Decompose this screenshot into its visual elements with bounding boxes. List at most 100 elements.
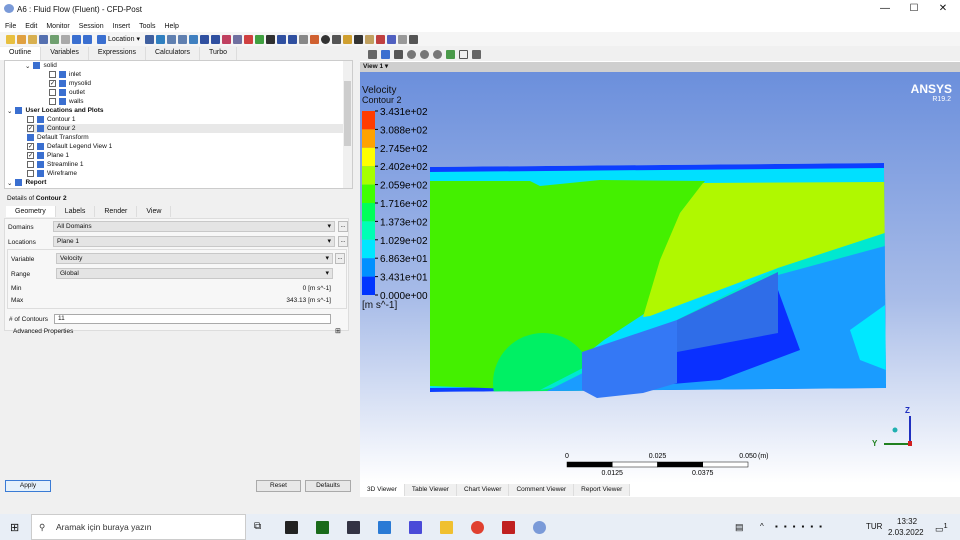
macro-calculator-icon[interactable] (375, 34, 385, 44)
menu-tools[interactable]: Tools (139, 23, 155, 30)
acrobat-icon[interactable] (502, 521, 515, 534)
tree-item[interactable]: Wireframe (27, 169, 77, 178)
pan-icon[interactable] (394, 49, 403, 59)
tree-item[interactable]: ✓ Contour 2 (27, 124, 347, 133)
tab-labels[interactable]: Labels (55, 206, 96, 217)
defaults-button[interactable]: Defaults (305, 480, 351, 492)
legend-icon[interactable] (221, 34, 231, 44)
menu-monitor[interactable]: Monitor (46, 23, 69, 30)
menu-help[interactable]: Help (164, 23, 178, 30)
tree-item[interactable]: ✓ Default Legend View 1 (27, 142, 112, 151)
location-dropdown[interactable]: Location ▾ (94, 34, 143, 44)
tab-view[interactable]: View (137, 206, 172, 217)
probe-icon[interactable] (353, 34, 363, 44)
contours-spinbox[interactable]: 11 (54, 314, 331, 324)
tab-outline[interactable]: Outline (0, 47, 42, 60)
variable-select[interactable]: Velocity (56, 253, 333, 264)
refresh-icon[interactable] (50, 34, 59, 44)
locations-more-button[interactable]: ... (338, 236, 348, 247)
contour-plot[interactable]: 3.431e+02 3.088e+02 2.745e+02 2.402e+02 2.05… (360, 72, 960, 483)
viewport-layout-icon[interactable] (459, 49, 468, 59)
symbol-icon[interactable] (210, 34, 220, 44)
windows-start-icon[interactable]: ⊞ (10, 521, 19, 534)
tree-item[interactable]: Contour 1 (27, 115, 76, 124)
streamline-icon[interactable] (166, 34, 176, 44)
menu-file[interactable]: File (5, 23, 16, 30)
chrome-icon[interactable] (471, 521, 484, 534)
particle-track-icon[interactable] (177, 34, 187, 44)
chart-icon[interactable] (287, 34, 297, 44)
vector-icon[interactable] (144, 34, 154, 44)
tab-turbo[interactable]: Turbo (200, 47, 238, 60)
tree-item[interactable]: ⌄ Report (7, 178, 46, 187)
visibility-checkbox[interactable] (49, 71, 56, 78)
load-results-icon[interactable] (39, 34, 48, 44)
domains-select[interactable]: All Domains (53, 221, 335, 232)
zoom-icon[interactable] (407, 49, 416, 59)
visibility-checkbox[interactable] (27, 170, 34, 177)
tab-chart-viewer[interactable]: Chart Viewer (456, 484, 510, 496)
tree-item[interactable]: Streamline 1 (27, 160, 84, 169)
tree-item[interactable]: inlet (49, 70, 81, 79)
view-selector[interactable]: View 1 ▾ (360, 62, 960, 72)
tab-expressions[interactable]: Expressions (88, 47, 146, 60)
tree-item[interactable]: Default Transform (27, 133, 89, 142)
tab-variables[interactable]: Variables (41, 47, 89, 60)
news-icon[interactable]: ▤ (735, 522, 744, 533)
close-button[interactable]: ✕ (928, 3, 958, 14)
maximize-button[interactable]: ☐ (899, 3, 929, 14)
chevron-down-icon[interactable]: ⌄ (7, 107, 12, 115)
comment-icon[interactable] (298, 34, 308, 44)
tab-report-viewer[interactable]: Report Viewer (574, 484, 631, 496)
menu-insert[interactable]: Insert (113, 23, 131, 30)
locations-select[interactable]: Plane 1 (53, 236, 335, 247)
variable-icon[interactable] (254, 34, 264, 44)
visibility-checkbox[interactable] (49, 89, 56, 96)
range-select[interactable]: Global (56, 268, 333, 279)
tray-chevron-icon[interactable]: ^ (760, 522, 764, 531)
load-state-icon[interactable] (17, 34, 26, 44)
save-state-icon[interactable] (28, 34, 37, 44)
visibility-checkbox[interactable]: ✓ (49, 80, 56, 87)
case-comparison-icon[interactable] (397, 34, 407, 44)
tab-table-viewer[interactable]: Table Viewer (404, 484, 457, 496)
tab-comment-viewer[interactable]: Comment Viewer (509, 484, 575, 496)
visibility-checkbox[interactable] (27, 161, 34, 168)
color-map-icon[interactable] (243, 34, 253, 44)
apply-button[interactable]: Apply (5, 480, 51, 492)
volume-rendering-icon[interactable] (188, 34, 198, 44)
tree-item[interactable]: ⌄ User Locations and Plots (7, 106, 103, 115)
rotate-icon[interactable] (381, 49, 390, 59)
language-indicator[interactable]: TUR (866, 522, 882, 531)
redo-icon[interactable] (83, 34, 92, 44)
3d-viewport[interactable]: 3.431e+02 3.088e+02 2.745e+02 2.402e+02 2.05… (360, 72, 960, 483)
visibility-checkbox[interactable]: ✓ (27, 152, 34, 159)
sync-icon[interactable] (472, 49, 481, 59)
visibility-checkbox[interactable] (27, 116, 34, 123)
animation-icon[interactable] (331, 34, 341, 44)
chevron-down-icon[interactable]: ⌄ (7, 179, 12, 187)
chevron-down-icon[interactable]: ⌄ (25, 62, 30, 70)
clock-time[interactable]: 13:32 (897, 517, 917, 526)
quick-editor-icon[interactable] (342, 34, 352, 44)
app-icon-3[interactable] (347, 521, 360, 534)
visibility-checkbox[interactable] (49, 98, 56, 105)
print-icon[interactable] (61, 34, 70, 44)
zoom-box-icon[interactable] (420, 49, 429, 59)
tray-icons[interactable]: ▪▪▪▪▪▪ (775, 522, 828, 531)
notification-icon[interactable]: ▭1 (935, 521, 948, 535)
new-state-icon[interactable] (6, 34, 15, 44)
menu-edit[interactable]: Edit (25, 23, 37, 30)
tab-3d-viewer[interactable]: 3D Viewer (360, 484, 405, 496)
file-explorer-icon[interactable] (440, 521, 453, 534)
fit-view-icon[interactable] (446, 49, 455, 59)
app-icon-5[interactable] (409, 521, 422, 534)
menu-session[interactable]: Session (79, 23, 104, 30)
command-editor-icon[interactable] (408, 34, 418, 44)
tab-geometry[interactable]: Geometry (6, 206, 56, 217)
variable-more-button[interactable]: ... (335, 253, 345, 264)
undo-icon[interactable] (72, 34, 81, 44)
scrollbar-thumb[interactable] (344, 81, 351, 146)
tab-calculators[interactable]: Calculators (146, 47, 201, 60)
zoom-fit-icon[interactable] (433, 49, 442, 59)
